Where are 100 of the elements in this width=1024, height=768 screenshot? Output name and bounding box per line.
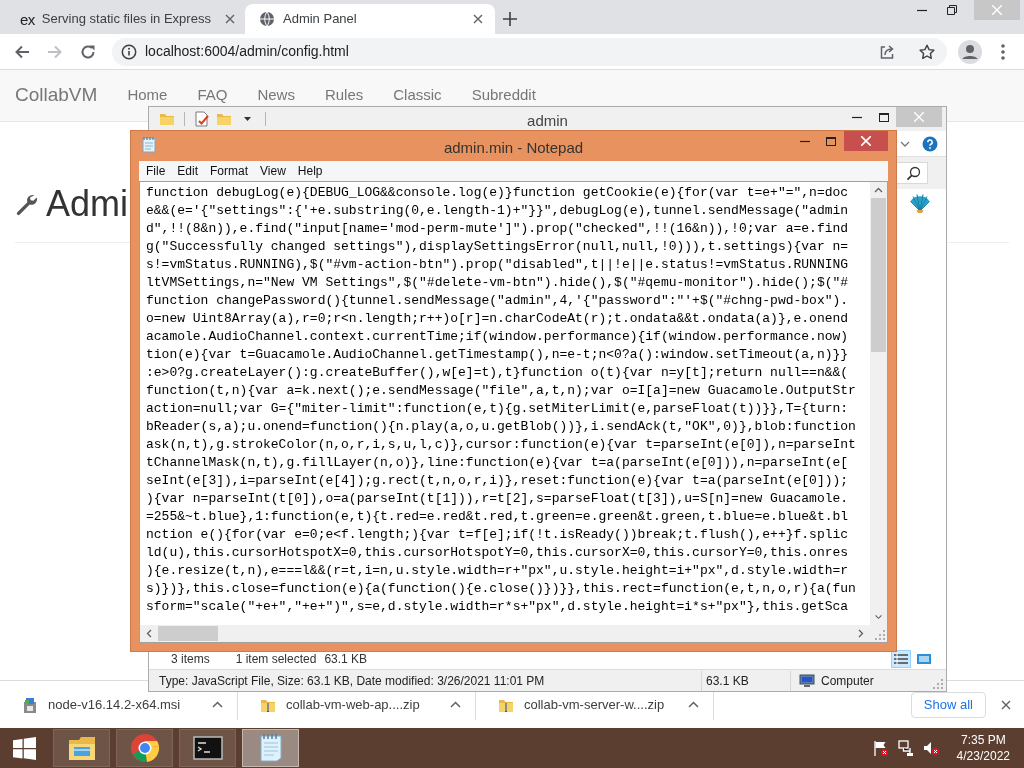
search-icon[interactable] [906,165,921,181]
taskbar-button[interactable] [116,729,173,767]
zone-label: Computer [821,672,874,690]
info-icon[interactable] [121,43,137,60]
caret-down-icon[interactable] [244,117,251,121]
caret-up-icon[interactable] [688,701,699,708]
close-icon [861,136,871,146]
chevron-right-icon[interactable] [858,629,864,638]
code-line: d",!!(8&n)),e.find("input[name='mod-perm-mute']").prop("checked",!!(16&n)),!0;var a=e.find [146,220,849,238]
horizontal-scrollbar[interactable] [140,625,870,642]
notepad-icon [141,136,157,154]
code-line: tChannelMask(n,t),g.fillLayer(n,o)},line:function(e){var t=a(parseInt(e[0])),n=parseInt(e[ [146,454,849,472]
code-line: o=new Uint8Array(a),r=0;r<n.length;r++)o[r]=n.charCodeAt(r);t.ondata&&t.ondata(a)},e.onend [146,310,849,328]
close-icon[interactable] [1001,699,1011,710]
code-line: ltVMSettings,n="New VM Settings",$("#delete-vm-btn").hide(),$("#qemu-monitor").hide();$("# [146,274,849,292]
share-icon[interactable] [879,43,895,60]
help-icon[interactable] [922,135,938,152]
shell-icon [909,193,931,213]
nav-link[interactable]: Home [112,84,183,107]
resize-grip-icon[interactable] [932,678,943,689]
file-size: 63.1 KB [706,672,750,690]
item-count: 3 items [171,651,210,668]
taskbar-button[interactable] [179,729,236,767]
speaker-muted-icon[interactable] [922,740,939,756]
scroll-thumb[interactable] [871,198,886,352]
code-line: bReader(s,a);u.onend=function(){n.play(a,o,u.getBlob())},i.sendAck(t,"OK",0)},blob:function [146,418,856,436]
back-arrow-icon[interactable] [14,43,30,60]
star-icon[interactable] [919,43,935,60]
maximize-icon[interactable] [826,136,836,146]
resize-grip-icon[interactable] [874,629,885,640]
download-item-name[interactable]: collab-vm-server-w....zip [524,694,688,715]
show-all-button[interactable]: Show all [910,691,986,718]
chevron-down-icon[interactable] [874,614,883,620]
close-button[interactable] [844,131,888,151]
window-title: admin.min - Notepad [443,138,584,158]
view-toggle-button[interactable] [891,650,911,668]
nav-link[interactable]: Subreddit [456,84,551,107]
search-field[interactable] [896,162,928,184]
code-line: =255&~t.blue},1:function(e,t){t.red=e.red&t.red,t.green=e.green&t.green,t.blue=e.blue&t.bl [146,508,849,526]
menu-item[interactable]: Help [291,162,329,180]
code-line: tion(e){var t=Guacamole.AudioChannel.getTimestamp(),n=e-t;n<0?a():window.setTimeout(a,n)}} [146,346,849,364]
avatar-icon[interactable] [958,39,982,64]
taskbar-button[interactable] [53,729,110,767]
scroll-thumb[interactable] [158,626,218,641]
close-icon [914,112,924,122]
code-line: nction e(){for(var e=0;e<f.length;){var t=f[e];if(!t.isReady())break;t.flush(),e++}f.splic [146,526,849,544]
code-line: ){e.resize(t,n),e===l&&(r=t,i=n,u.style.width=r+"px",u.style.height=i+"px",d.style.width=r [146,562,849,580]
browser-icon [128,732,161,764]
nav-link[interactable]: Classic [378,84,457,107]
restore-icon[interactable] [947,5,957,15]
installer-icon [22,696,38,713]
selection-info: 1 item selected [235,651,317,668]
file-details: Type: JavaScript File, Size: 63.1 KB, Date modified: 3/26/2021 11:01 PM [159,672,546,690]
code-line: e&&(e='{"settings":{'+e.substring(0,e.length-1)+"}}",debugLog(e),tunnel.sendMessage("admin [146,202,849,220]
computer-icon [799,672,815,689]
caret-up-icon[interactable] [212,701,223,708]
chevron-left-icon[interactable] [146,629,152,638]
caret-up-icon[interactable] [450,701,461,708]
code-line: function(t,n){var a=k.next();e.sendMessage("file",a,t,n);var o=I[a]=new Guacamole.OutputStr [146,382,856,400]
network-icon[interactable] [897,740,914,756]
chevron-down-icon[interactable] [900,140,910,147]
flag-icon[interactable] [871,740,888,756]
nav-link[interactable]: FAQ [182,84,243,107]
reload-icon[interactable] [80,43,96,60]
browser-tab[interactable]: Admin Panel [245,4,495,34]
maximize-icon[interactable] [879,112,889,122]
code-line: function changePassword(){tunnel.sendMessage("admin",4,'{"password":"'+$("#chng-pwd-box"). [146,292,849,310]
plus-icon[interactable] [503,12,517,26]
url-text: localhost:6004/admin/config.html [145,42,350,61]
menu-item[interactable]: Format [204,162,255,180]
list-icon [893,652,909,666]
address-bar[interactable]: localhost:6004/admin/config.html [112,37,947,66]
clock-time[interactable]: 7:35 PM [960,732,1006,748]
menu-item[interactable]: File [140,162,172,180]
code-line: s!=vmStatus.RUNNING),$("#vm-action-btn").prop("disabled",t||!e||e.status!=vmStatus.RUNNING [146,256,849,274]
menu-icon[interactable] [1001,43,1005,60]
chevron-up-icon[interactable] [874,187,883,193]
code-line: :e>0?g.createLayer():g.createBuffer(),w[e]=t),t}function o(t){var n=y[t];return null==n&&( [146,364,849,382]
globe-icon [259,11,275,27]
nav-link[interactable]: News [242,84,310,107]
close-icon[interactable] [225,14,235,24]
code-line: sform="scale("+e+","+e+")",s=e,d.style.width=r*s+"px",d.style.height=i*s+"px"},this.getSca [146,598,849,616]
code-line: g("Successfully changed settings"),displaySettingsError(null,null,!0))),t.settings){var n= [146,238,849,256]
download-item-name[interactable]: node-v16.14.2-x64.msi [48,694,212,715]
menu-item[interactable]: View [254,162,292,180]
windows-logo-icon[interactable] [13,736,36,760]
clock-date[interactable]: 4/23/2022 [956,748,1010,764]
browser-tab[interactable]: ex Serving static files in Express [0,4,245,34]
menu-item[interactable]: Edit [171,162,205,180]
code-line: ld(u),this.cursorHotspotX=0,this.cursorHotspotY=0,this.cursorX=0,this.cursorY=0,this.onres [146,544,849,562]
download-item-name[interactable]: collab-vm-web-ap....zip [286,694,450,715]
code-line: ){var n=parseInt(t[0]),o=a(parseInt(t[1])),r=t[2],s=parseFloat(t[3]),u=S[n]=new Guacamole. [146,490,849,508]
page-heading: Admi [46,183,129,224]
close-icon[interactable] [473,14,483,24]
vertical-scrollbar[interactable] [870,182,887,625]
brand-link[interactable]: CollabVM [0,81,113,110]
document-check-icon[interactable] [194,111,210,127]
nav-link[interactable]: Rules [309,84,379,107]
selection-size: 63.1 KB [324,651,368,668]
code-line: action=null;var G={"miter-limit":function(e,t){g.setMiterLimit(e,parseFloat(t))}},T={turn: [146,400,849,418]
